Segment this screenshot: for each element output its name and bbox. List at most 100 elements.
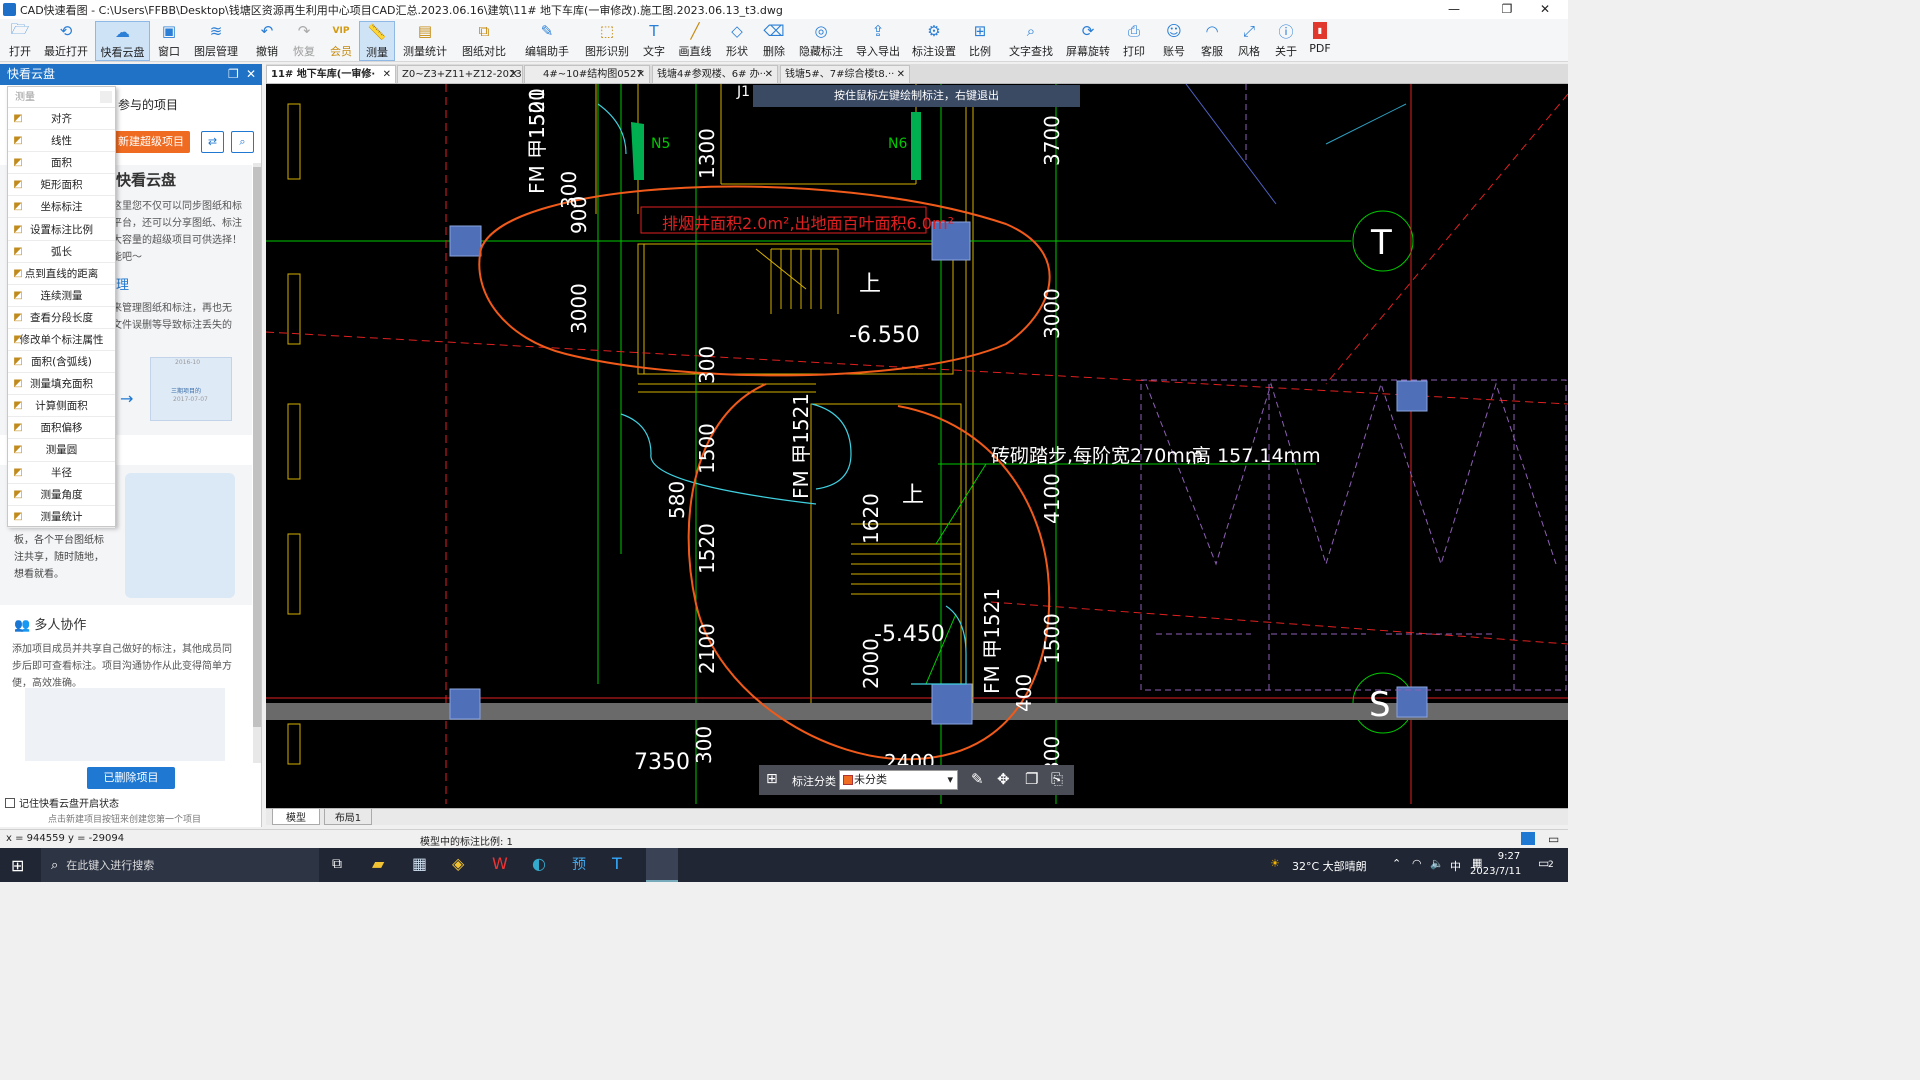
deleted-projects-button[interactable]: 已删除项目	[87, 767, 175, 789]
measure-menu-item[interactable]: ◩ 测量圆	[8, 439, 115, 462]
edit-assistant-icon: ✎	[540, 22, 554, 40]
cad-app-icon[interactable]	[646, 848, 678, 882]
print-button[interactable]: ⎙ 打印	[1122, 21, 1146, 61]
ime-indicator[interactable]: 中	[1450, 858, 1461, 874]
new-super-project-button[interactable]: 新建超级项目	[112, 131, 190, 153]
tab-close-icon[interactable]: ✕	[765, 66, 773, 83]
measure-menu-item[interactable]: ◩ 修改单个标注属性	[8, 329, 115, 352]
text-app-icon[interactable]: T	[612, 854, 622, 873]
measure-menu-item[interactable]: ◩ 计算侧面积	[8, 395, 115, 418]
compare-button[interactable]: ⧉ 图纸对比	[462, 21, 506, 61]
edit-assistant-button[interactable]: ✎ 编辑助手	[525, 21, 569, 61]
close-button[interactable]: ✕	[1522, 0, 1568, 19]
tray-chevron-icon[interactable]: ⌃	[1392, 857, 1401, 870]
grid-icon[interactable]: ⊞	[766, 771, 778, 787]
panel-scrollbar[interactable]	[253, 163, 261, 763]
edit-annotation-icon[interactable]: ✎	[971, 770, 984, 788]
pdf-button[interactable]: ▮ PDF	[1308, 21, 1332, 61]
layer-manager-button[interactable]: ≋ 图层管理	[192, 21, 240, 61]
minimize-button[interactable]: —	[1431, 0, 1477, 19]
measure-menu-item[interactable]: ◩ 查看分段长度	[8, 307, 115, 329]
redo-button[interactable]: ↷ 恢复	[291, 21, 317, 61]
measure-menu-item[interactable]: ◩ 面积	[8, 152, 115, 175]
scale-button[interactable]: ⊞ 比例	[968, 21, 992, 61]
account-button[interactable]: ☺ 账号	[1162, 21, 1186, 61]
drawing-hint: 按住鼠标左键绘制标注，右键退出	[753, 85, 1080, 107]
tab-document[interactable]: 钱塘5#、7#综合楼t8.·· ✕	[780, 65, 910, 84]
undo-button[interactable]: ↶ 撤销	[254, 21, 280, 61]
tab-close-icon[interactable]: ✕	[637, 66, 645, 83]
open-button[interactable]: 🗁 打开	[5, 20, 35, 61]
annotation-settings-button[interactable]: ⚙ 标注设置	[912, 21, 956, 61]
measure-menu-item[interactable]: ◩ 坐标标注	[8, 196, 115, 219]
measure-menu-item[interactable]: ◩ 面积(含弧线)	[8, 351, 115, 374]
preview-icon[interactable]: 预	[572, 854, 586, 874]
text-search-button[interactable]: ⌕ 文字查找	[1009, 21, 1053, 61]
import-export-button[interactable]: ⇪ 导入导出	[856, 21, 900, 61]
measure-menu-item[interactable]: ◩ 面积偏移	[8, 417, 115, 440]
measure-menu-item[interactable]: ◩ 测量角度	[8, 484, 115, 506]
text-button[interactable]: T 文字	[642, 21, 666, 61]
volume-icon[interactable]: 🔈	[1430, 857, 1444, 870]
sync-icon[interactable]: ⇄	[201, 131, 224, 153]
measure-menu-item[interactable]: ◩ 对齐	[8, 108, 115, 131]
search-icon[interactable]: ⌕	[231, 131, 254, 153]
python-icon[interactable]: ◈	[452, 854, 464, 873]
file-explorer-icon[interactable]: ▰	[372, 854, 384, 873]
task-view-icon[interactable]: ⧉	[332, 856, 342, 872]
measure-menu-item[interactable]: ◩ 矩形面积	[8, 174, 115, 197]
remember-checkbox-row[interactable]: 记住快看云盘开启状态	[5, 795, 119, 810]
measure-menu-item[interactable]: ◩ 线性	[8, 130, 115, 153]
shape-recognize-button[interactable]: ⬚ 图形识别	[585, 21, 629, 61]
measure-menu-item[interactable]: ◩ 测量填充面积	[8, 373, 115, 396]
windows-start-icon[interactable]: ⊞	[11, 856, 24, 875]
panel-close-icon[interactable]: ✕	[246, 64, 256, 85]
tab-model[interactable]: 模型	[272, 809, 320, 825]
measure-stats-button[interactable]: ▤ 测量统计	[401, 21, 449, 61]
tab-document[interactable]: Z0~Z3+Z11+Z12-20230·· ✕	[397, 65, 523, 84]
window-button[interactable]: ▣ 窗口	[155, 21, 183, 61]
taskbar-search[interactable]: ⌕ 在此键入进行搜索	[41, 848, 319, 882]
measure-button[interactable]: 📏 测量	[359, 21, 395, 61]
status-bar: x = 944559 y = -29094 模型中的标注比例: 1 ▭	[0, 829, 1568, 848]
measure-menu-item[interactable]: ◩ 点到直线的距离	[8, 263, 115, 285]
annotation-category-select[interactable]: 未分类 ▾	[839, 770, 958, 790]
edge-icon[interactable]: ◐	[532, 854, 546, 873]
paste-icon[interactable]: ⎘	[1051, 770, 1063, 788]
vip-button[interactable]: VIP 会员	[328, 21, 354, 61]
tab-close-icon[interactable]: ✕	[897, 66, 905, 83]
delete-button[interactable]: ⌫ 删除	[762, 21, 786, 61]
menu-close-icon[interactable]	[100, 91, 112, 103]
move-icon[interactable]: ✥	[997, 770, 1010, 788]
style-button[interactable]: ⤢ 风格	[1237, 21, 1261, 61]
measure-menu-item[interactable]: ◩ 弧长	[8, 241, 115, 263]
hide-annotation-button[interactable]: ◎ 隐藏标注	[799, 21, 843, 61]
remember-checkbox[interactable]	[5, 797, 15, 808]
tab-close-icon[interactable]: ✕	[510, 66, 518, 83]
panel-restore-icon[interactable]: ❐	[228, 64, 239, 85]
calculator-icon[interactable]: ▦	[412, 854, 427, 873]
fullscreen-icon[interactable]: ▭	[1548, 832, 1559, 846]
cad-drawing-canvas[interactable]: 上 -6.550 上 -5.450 砖砌踏步,每阶宽270mm ,高 157.1…	[266, 84, 1568, 808]
shape-button[interactable]: ◇ 形状	[725, 21, 749, 61]
tab-document[interactable]: 钱塘4#参观楼、6# 办·· ✕	[652, 65, 778, 84]
people-icon: 👥	[14, 618, 31, 633]
measure-menu-item[interactable]: ◩ 设置标注比例	[8, 218, 115, 241]
measure-menu-item[interactable]: ◩ 半径	[8, 462, 115, 484]
tab-document[interactable]: 4#~10#结构图0527 ✕	[524, 65, 650, 84]
recent-button[interactable]: ⟲ 最近打开	[42, 21, 90, 61]
cloud-disk-button[interactable]: ☁ 快看云盘	[95, 21, 150, 61]
support-button[interactable]: ◠ 客服	[1200, 21, 1224, 61]
network-icon[interactable]: ◠	[1412, 857, 1422, 870]
tab-close-icon[interactable]: ✕	[383, 66, 391, 83]
measure-menu-item[interactable]: ◩ 连续测量	[8, 285, 115, 307]
wps-icon[interactable]: W	[492, 854, 508, 873]
rotate-screen-button[interactable]: ⟳ 屏幕旋转	[1066, 21, 1110, 61]
copy-icon[interactable]: ❐	[1025, 770, 1038, 788]
tab-layout1[interactable]: 布局1	[324, 809, 372, 825]
tab-document[interactable]: 11# 地下车库(一审修· ✕	[266, 65, 396, 84]
about-button[interactable]: ⓘ 关于	[1274, 21, 1298, 61]
draw-line-button[interactable]: ╱ 画直线	[678, 21, 712, 61]
measure-menu-item[interactable]: ◩ 测量统计	[8, 506, 115, 528]
display-mode-icon[interactable]	[1521, 832, 1535, 845]
